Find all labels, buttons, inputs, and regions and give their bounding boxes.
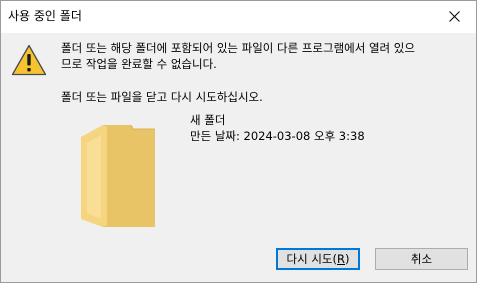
cancel-button[interactable]: 취소 <box>375 248 468 270</box>
close-icon <box>448 10 460 22</box>
retry-label-suffix: ) <box>344 252 350 266</box>
retry-button[interactable]: 다시 시도(R) <box>276 248 360 270</box>
error-message: 폴더 또는 해당 폴더에 포함되어 있는 파일이 다른 프로그램에서 열려 있으… <box>61 40 456 72</box>
retry-label-prefix: 다시 시도( <box>286 252 337 266</box>
item-date: 만든 날짜: 2024-03-08 오후 3:38 <box>190 129 365 143</box>
dialog-content: 폴더 또는 해당 폴더에 포함되어 있는 파일이 다른 프로그램에서 열려 있으… <box>1 33 476 282</box>
window-title: 사용 중인 폴더 <box>8 9 82 23</box>
folder-icon <box>81 124 155 227</box>
warning-icon <box>11 44 47 76</box>
title-bar: 사용 중인 폴더 <box>1 1 476 33</box>
instruction-text: 폴더 또는 파일을 닫고 다시 시도하십시오. <box>61 90 263 104</box>
file-in-use-dialog: 사용 중인 폴더 폴더 또는 해당 폴더에 포함되어 있는 파일이 다른 프로그… <box>0 0 477 283</box>
retry-mnemonic: R <box>336 252 345 266</box>
message-line-1: 폴더 또는 해당 폴더에 포함되어 있는 파일이 다른 프로그램에서 열려 있으 <box>61 41 415 55</box>
message-line-2: 므로 작업을 완료할 수 없습니다. <box>61 57 217 71</box>
close-button[interactable] <box>432 1 476 31</box>
item-info: 새 폴더 만든 날짜: 2024-03-08 오후 3:38 <box>190 112 365 144</box>
item-name: 새 폴더 <box>190 113 226 127</box>
